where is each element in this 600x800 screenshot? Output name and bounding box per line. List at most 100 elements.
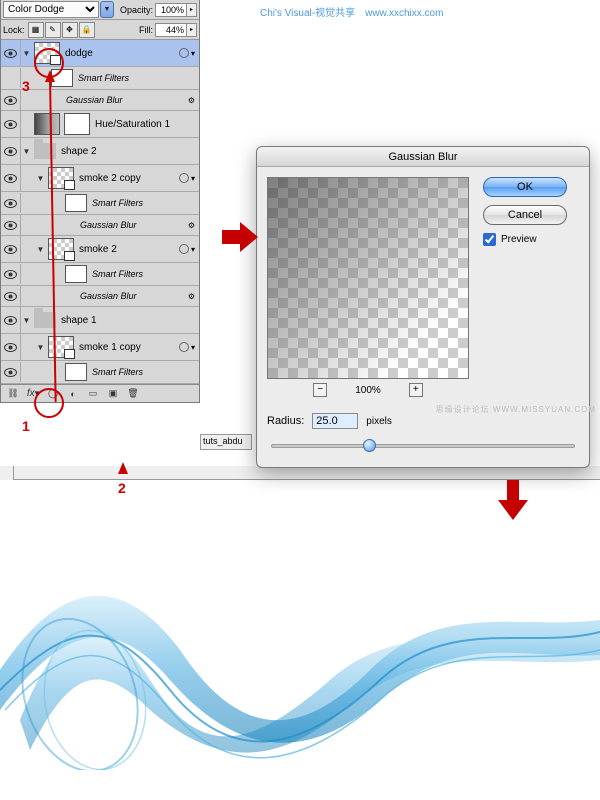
- layer-name[interactable]: smoke 2 copy: [76, 173, 179, 184]
- filter-name[interactable]: Gaussian Blur: [63, 95, 188, 105]
- layer-smoke-1-copy[interactable]: ▼ smoke 1 copy ▾: [1, 334, 199, 361]
- layer-dodge[interactable]: ▼ dodge ▾: [1, 40, 199, 67]
- ok-button[interactable]: OK: [483, 177, 567, 197]
- smart-filters-row[interactable]: Smart Filters: [1, 361, 199, 384]
- zoom-in-button[interactable]: +: [409, 383, 423, 397]
- link-layers-icon[interactable]: ⛓: [3, 387, 23, 401]
- smart-filters-label: Smart Filters: [89, 269, 199, 279]
- new-group-icon[interactable]: ▭: [83, 387, 103, 401]
- visibility-toggle[interactable]: [1, 307, 21, 333]
- layer-name[interactable]: shape 2: [58, 146, 199, 157]
- layer-hue-saturation[interactable]: Hue/Saturation 1: [1, 111, 199, 138]
- visibility-toggle[interactable]: [1, 264, 21, 284]
- lock-transparent-icon[interactable]: ▦: [28, 22, 44, 38]
- annotation-arrowhead-up: [45, 70, 55, 82]
- layers-list[interactable]: ▼ dodge ▾ Smart Filters Gaussian Blur ⚙ …: [1, 40, 199, 384]
- delete-layer-icon[interactable]: 🗑: [123, 387, 143, 401]
- collapse-icon[interactable]: ▾: [191, 174, 195, 183]
- arrow-right-icon: [222, 222, 258, 252]
- smart-object-icon: [179, 173, 189, 183]
- visibility-toggle[interactable]: [1, 236, 21, 262]
- disclosure-icon[interactable]: ▼: [35, 174, 46, 183]
- smart-filters-row[interactable]: Smart Filters: [1, 67, 199, 90]
- arrow-down-icon: [498, 480, 528, 520]
- disclosure-icon[interactable]: ▼: [21, 147, 32, 156]
- fill-input[interactable]: [155, 23, 187, 37]
- visibility-toggle[interactable]: [1, 40, 21, 66]
- adjustment-layer-icon[interactable]: ◐: [63, 387, 83, 401]
- smart-object-icon: [179, 48, 189, 58]
- filter-mask-thumbnail[interactable]: [65, 265, 87, 283]
- filter-options-icon[interactable]: ⚙: [188, 292, 195, 301]
- annotation-number-3: 3: [22, 78, 30, 94]
- filter-gaussian-blur[interactable]: Gaussian Blur ⚙: [1, 286, 199, 307]
- disclosure-icon[interactable]: ▼: [21, 316, 32, 325]
- layer-name[interactable]: shape 1: [58, 315, 199, 326]
- filter-name[interactable]: Gaussian Blur: [77, 291, 188, 301]
- visibility-toggle[interactable]: [1, 215, 21, 235]
- visibility-toggle[interactable]: [1, 90, 21, 110]
- filter-gaussian-blur[interactable]: Gaussian Blur ⚙: [1, 90, 199, 111]
- filter-name[interactable]: Gaussian Blur: [77, 220, 188, 230]
- lock-position-icon[interactable]: ✥: [62, 22, 78, 38]
- layer-smoke-2[interactable]: ▼ smoke 2 ▾: [1, 236, 199, 263]
- lock-row: Lock: ▦ ✎ ✥ 🔒 Fill: ▸: [1, 20, 199, 40]
- visibility-toggle[interactable]: [1, 334, 21, 360]
- slider-knob[interactable]: [363, 439, 376, 452]
- visibility-toggle[interactable]: [1, 286, 21, 306]
- preview-checkbox-row[interactable]: Preview: [483, 233, 579, 246]
- filter-preview[interactable]: [267, 177, 469, 379]
- visibility-toggle[interactable]: [1, 165, 21, 191]
- folder-icon: [34, 143, 56, 159]
- brand-url[interactable]: www.xxchixx.com: [365, 8, 443, 19]
- disclosure-icon[interactable]: ▼: [21, 49, 32, 58]
- layer-thumbnail[interactable]: [48, 336, 74, 358]
- fill-label: Fill:: [139, 25, 153, 35]
- radius-input[interactable]: [312, 413, 358, 429]
- layer-name[interactable]: Hue/Saturation 1: [92, 119, 199, 130]
- visibility-toggle[interactable]: [1, 138, 21, 164]
- zoom-level: 100%: [355, 385, 381, 396]
- disclosure-icon[interactable]: ▼: [35, 343, 46, 352]
- collapse-icon[interactable]: ▾: [191, 49, 195, 58]
- document-tab[interactable]: tuts_abdu: [200, 434, 252, 450]
- ruler-horizontal: [0, 466, 600, 480]
- layer-name[interactable]: dodge: [62, 48, 179, 59]
- filter-mask-thumbnail[interactable]: [65, 194, 87, 212]
- zoom-out-button[interactable]: −: [313, 383, 327, 397]
- blend-mode-stepper[interactable]: ▼: [100, 1, 114, 18]
- radius-slider[interactable]: [271, 435, 575, 457]
- lock-pixels-icon[interactable]: ✎: [45, 22, 61, 38]
- new-layer-icon[interactable]: ▣: [103, 387, 123, 401]
- layer-name[interactable]: smoke 2: [76, 244, 179, 255]
- smart-filters-row[interactable]: Smart Filters: [1, 192, 199, 215]
- visibility-toggle[interactable]: [1, 362, 21, 382]
- filter-gaussian-blur[interactable]: Gaussian Blur ⚙: [1, 215, 199, 236]
- visibility-toggle[interactable]: [1, 111, 21, 137]
- filter-mask-thumbnail[interactable]: [65, 363, 87, 381]
- brand-text: Chi's Visual-视觉共享: [260, 8, 355, 19]
- filter-options-icon[interactable]: ⚙: [188, 96, 195, 105]
- disclosure-icon[interactable]: ▼: [35, 245, 46, 254]
- adjustment-thumbnail[interactable]: [34, 113, 60, 135]
- wave-artwork: [0, 560, 600, 770]
- opacity-stepper[interactable]: ▸: [187, 3, 197, 17]
- group-shape-2[interactable]: ▼ shape 2: [1, 138, 199, 165]
- cancel-button[interactable]: Cancel: [483, 205, 567, 225]
- collapse-icon[interactable]: ▾: [191, 343, 195, 352]
- layer-smoke-2-copy[interactable]: ▼ smoke 2 copy ▾: [1, 165, 199, 192]
- opacity-label: Opacity:: [120, 5, 153, 15]
- visibility-toggle[interactable]: [1, 193, 21, 213]
- lock-all-icon[interactable]: 🔒: [79, 22, 95, 38]
- fill-stepper[interactable]: ▸: [187, 23, 197, 37]
- filter-options-icon[interactable]: ⚙: [188, 221, 195, 230]
- collapse-icon[interactable]: ▾: [191, 245, 195, 254]
- blend-mode-select[interactable]: Color Dodge: [3, 1, 99, 18]
- group-shape-1[interactable]: ▼ shape 1: [1, 307, 199, 334]
- preview-checkbox[interactable]: [483, 233, 496, 246]
- layer-mask-thumbnail[interactable]: [64, 113, 90, 135]
- layer-name[interactable]: smoke 1 copy: [76, 342, 179, 353]
- visibility-toggle[interactable]: [1, 68, 21, 88]
- opacity-input[interactable]: [155, 3, 187, 17]
- smart-filters-row[interactable]: Smart Filters: [1, 263, 199, 286]
